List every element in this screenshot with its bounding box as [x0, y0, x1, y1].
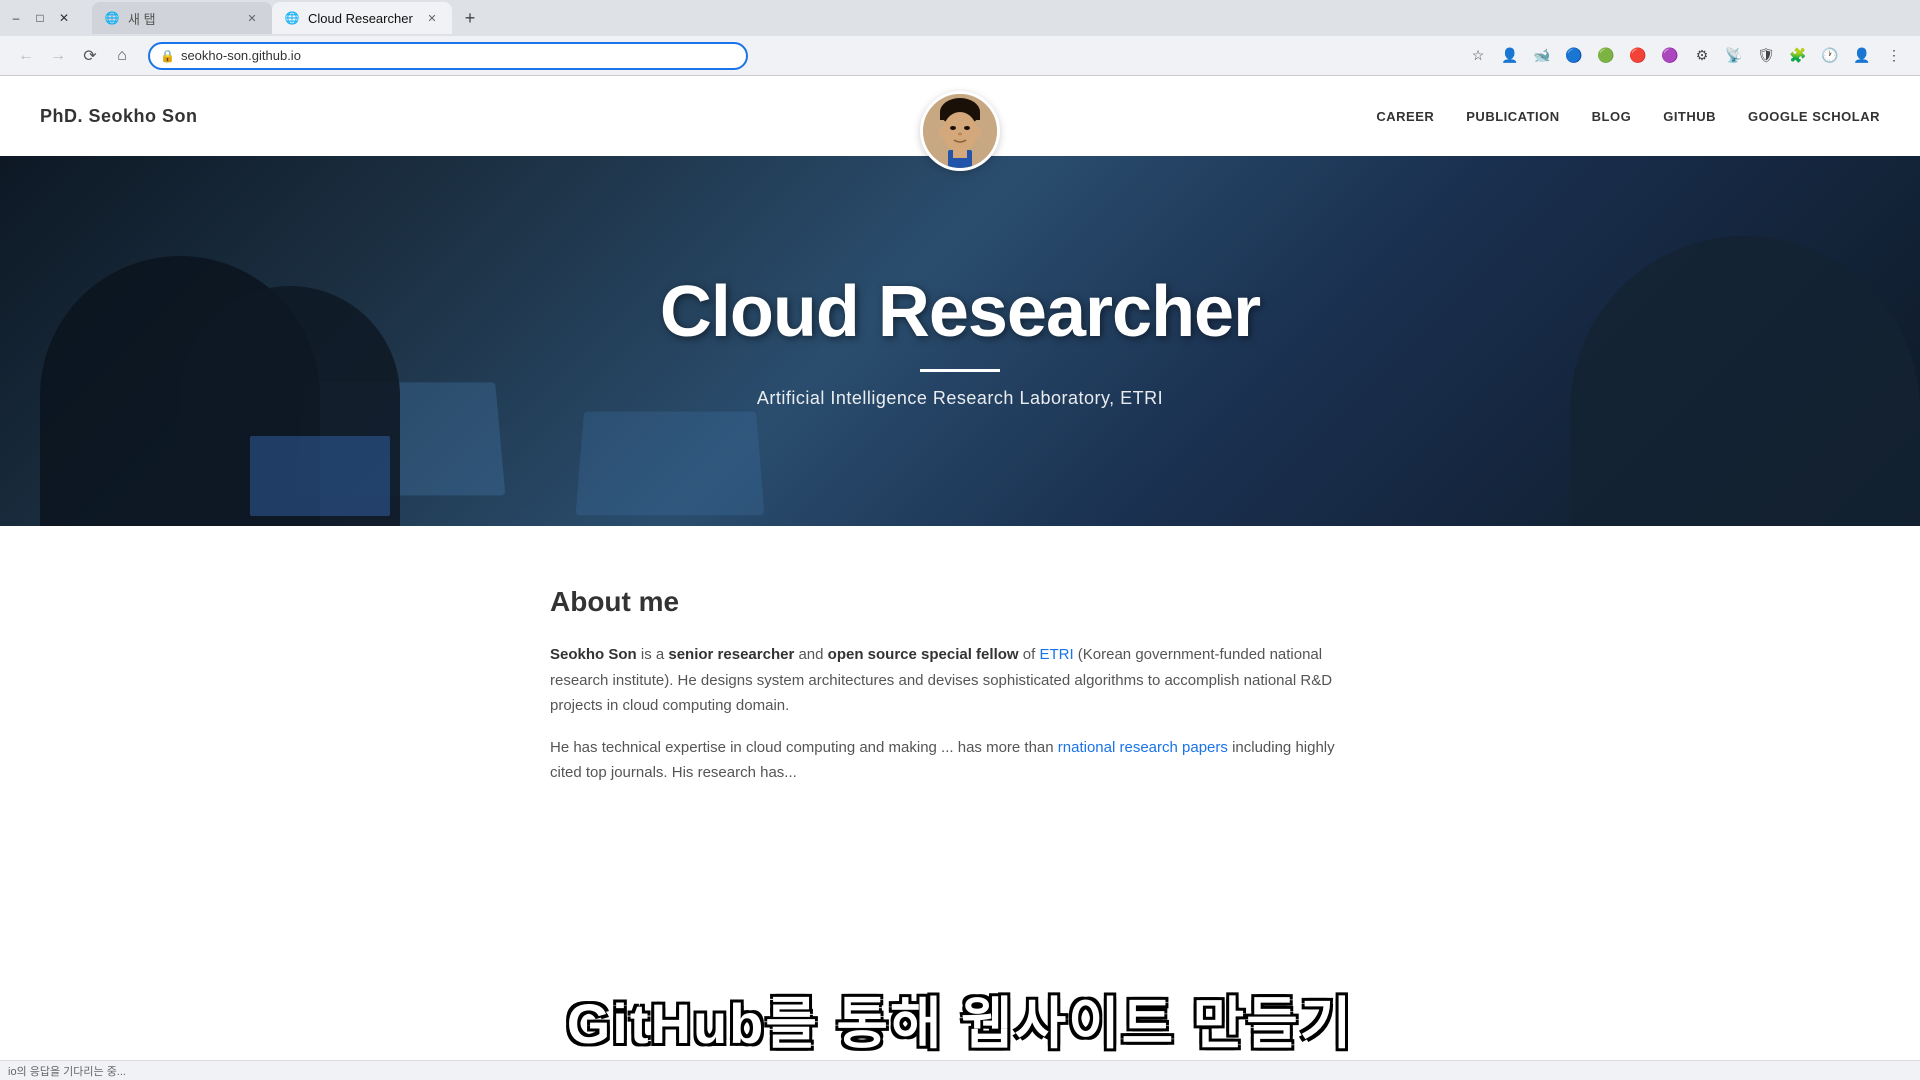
about-text-2: and [798, 646, 827, 663]
toolbar-right: ☆ 👤 🐋 🔵 🟢 🔴 🟣 ⚙ 📡 🛡 🧩 🕐 👤 ⋮ [1464, 42, 1908, 70]
title-fellow: open source special fellow [828, 646, 1019, 663]
tab-new-label: 새 탭 [128, 9, 156, 28]
window-controls: – □ ✕ [8, 10, 72, 26]
nav-github[interactable]: GITHUB [1663, 109, 1716, 124]
tab-new-favicon: 🌐 [104, 10, 120, 26]
hero-section: Cloud Researcher Artificial Intelligence… [0, 156, 1920, 526]
about-text-1: is a [641, 646, 669, 663]
about-text-5: He has technical expertise in cloud comp… [550, 739, 1058, 756]
avatar [920, 91, 1000, 171]
hero-subtitle: Artificial Intelligence Research Laborat… [660, 388, 1260, 409]
menu-icon[interactable]: ⋮ [1880, 42, 1908, 70]
about-title: About me [550, 586, 1370, 618]
browser-window: – □ ✕ 🌐 새 탭 ✕ 🌐 Cloud Researcher ✕ + ← [0, 0, 1920, 76]
hero-title: Cloud Researcher [660, 273, 1260, 352]
hero-content: Cloud Researcher Artificial Intelligence… [660, 273, 1260, 408]
status-bar: io의 응답을 기다리는 중... [0, 1060, 1920, 1080]
home-button[interactable]: ⌂ [108, 42, 136, 70]
clova-icon[interactable]: 🔵 [1560, 42, 1588, 70]
history-icon[interactable]: 🕐 [1816, 42, 1844, 70]
whale-icon[interactable]: 🐋 [1528, 42, 1556, 70]
avatar-image [923, 94, 997, 168]
website-content: PhD. Seokho Son [0, 76, 1920, 842]
title-bar: – □ ✕ 🌐 새 탭 ✕ 🌐 Cloud Researcher ✕ + [0, 0, 1920, 36]
rss-icon[interactable]: 📡 [1720, 42, 1748, 70]
main-content: About me Seokho Son is a senior research… [510, 526, 1410, 842]
loading-indicator: io의 응답을 기다리는 중... [8, 1063, 126, 1079]
extension2-icon[interactable]: 🟣 [1656, 42, 1684, 70]
tab-cloud-researcher[interactable]: 🌐 Cloud Researcher ✕ [272, 2, 452, 34]
nav-google-scholar[interactable]: GOOGLE SCHOLAR [1748, 109, 1880, 124]
etri-link[interactable]: ETRI [1039, 646, 1073, 663]
nav-links: CAREER PUBLICATION BLOG GITHUB GOOGLE SC… [1376, 109, 1880, 124]
back-button[interactable]: ← [12, 42, 40, 70]
tab-cloud-label: Cloud Researcher [308, 11, 413, 26]
tab-cloud-close[interactable]: ✕ [424, 10, 440, 26]
profile-icon[interactable]: 👤 [1496, 42, 1524, 70]
research-papers-link[interactable]: rnational research papers [1058, 739, 1228, 756]
lock-icon: 🔒 [160, 49, 175, 63]
loading-text: io의 응답을 기다리는 중... [8, 1063, 126, 1079]
adblock-icon[interactable]: 🛡 [1752, 42, 1780, 70]
address-text: seokho-son.github.io [181, 48, 736, 63]
close-button[interactable]: ✕ [56, 10, 72, 26]
nav-blog[interactable]: BLOG [1592, 109, 1632, 124]
author-name: Seokho Son [550, 646, 637, 663]
user-avatar-icon[interactable]: 👤 [1848, 42, 1876, 70]
reload-button[interactable]: ⟳ [76, 42, 104, 70]
tab-bar: 🌐 새 탭 ✕ 🌐 Cloud Researcher ✕ + [84, 2, 492, 34]
avatar-container [920, 91, 1000, 171]
hero-divider [920, 369, 1000, 372]
extension1-icon[interactable]: 🔴 [1624, 42, 1652, 70]
nav-publication[interactable]: PUBLICATION [1466, 109, 1559, 124]
bookmark-star-icon[interactable]: ☆ [1464, 42, 1492, 70]
tab-cloud-favicon: 🌐 [284, 10, 300, 26]
about-text-3: of [1023, 646, 1040, 663]
address-bar[interactable]: 🔒 seokho-son.github.io [148, 42, 748, 70]
nav-career[interactable]: CAREER [1376, 109, 1434, 124]
tab-new-close[interactable]: ✕ [244, 10, 260, 26]
korean-overlay: GitHub를 통해 웹사이트 만들기 [0, 979, 1920, 1060]
site-navigation: PhD. Seokho Son [0, 76, 1920, 156]
papago-icon[interactable]: 🟢 [1592, 42, 1620, 70]
extensions-icon[interactable]: 🧩 [1784, 42, 1812, 70]
korean-subtitle: GitHub를 통해 웹사이트 만들기 [0, 979, 1920, 1060]
about-paragraph-2: He has technical expertise in cloud comp… [550, 735, 1370, 786]
maximize-button[interactable]: □ [32, 10, 48, 26]
site-logo: PhD. Seokho Son [40, 106, 198, 127]
minimize-button[interactable]: – [8, 10, 24, 26]
add-tab-button[interactable]: + [456, 4, 484, 32]
title-senior: senior researcher [668, 646, 794, 663]
forward-button[interactable]: → [44, 42, 72, 70]
extension3-icon[interactable]: ⚙ [1688, 42, 1716, 70]
browser-toolbar: ← → ⟳ ⌂ 🔒 seokho-son.github.io ☆ 👤 🐋 🔵 🟢… [0, 36, 1920, 76]
tab-new[interactable]: 🌐 새 탭 ✕ [92, 2, 272, 34]
about-paragraph-1: Seokho Son is a senior researcher and op… [550, 642, 1370, 719]
